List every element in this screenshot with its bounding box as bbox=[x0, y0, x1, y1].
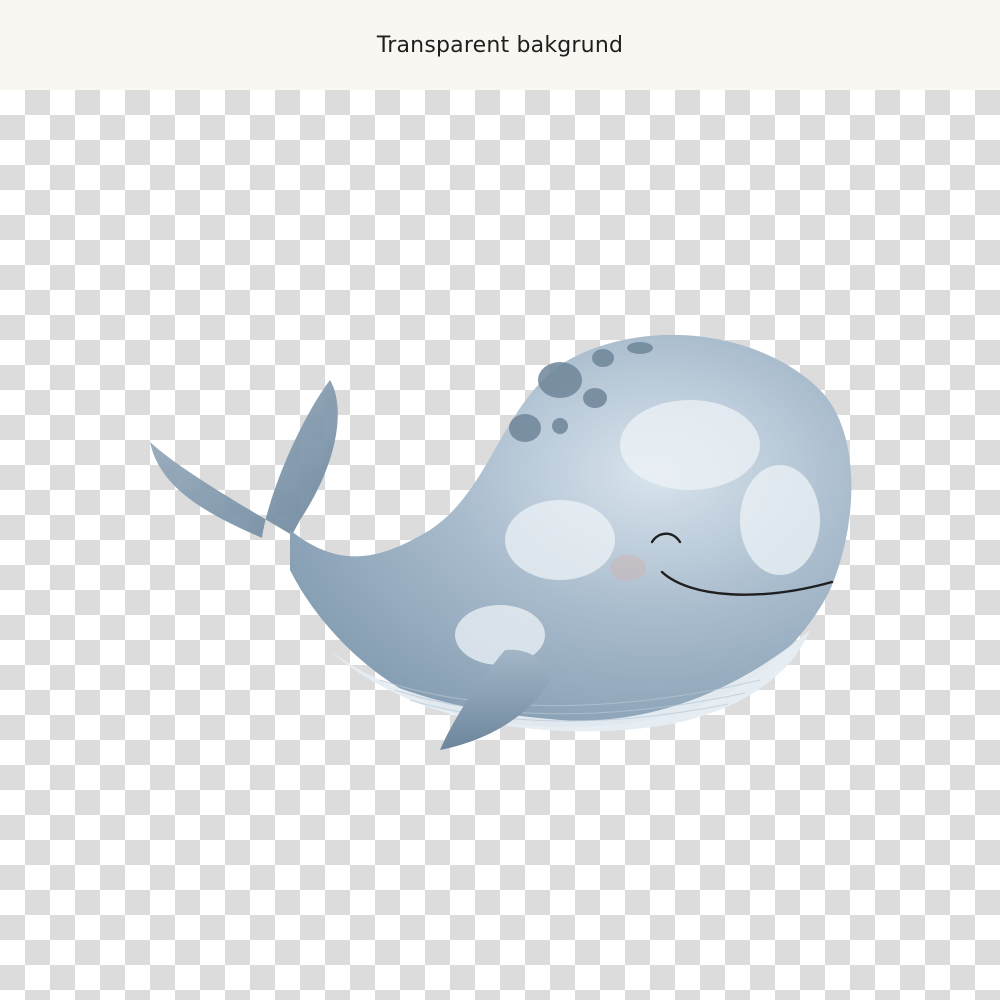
header-title: Transparent bakgrund bbox=[376, 32, 624, 58]
header-bar: Transparent bakgrund bbox=[0, 0, 1000, 90]
whale-illustration bbox=[150, 334, 852, 750]
whale-tail bbox=[150, 380, 338, 538]
page: Transparent bakgrund bbox=[0, 0, 1000, 1000]
transparent-canvas bbox=[0, 90, 1000, 1000]
